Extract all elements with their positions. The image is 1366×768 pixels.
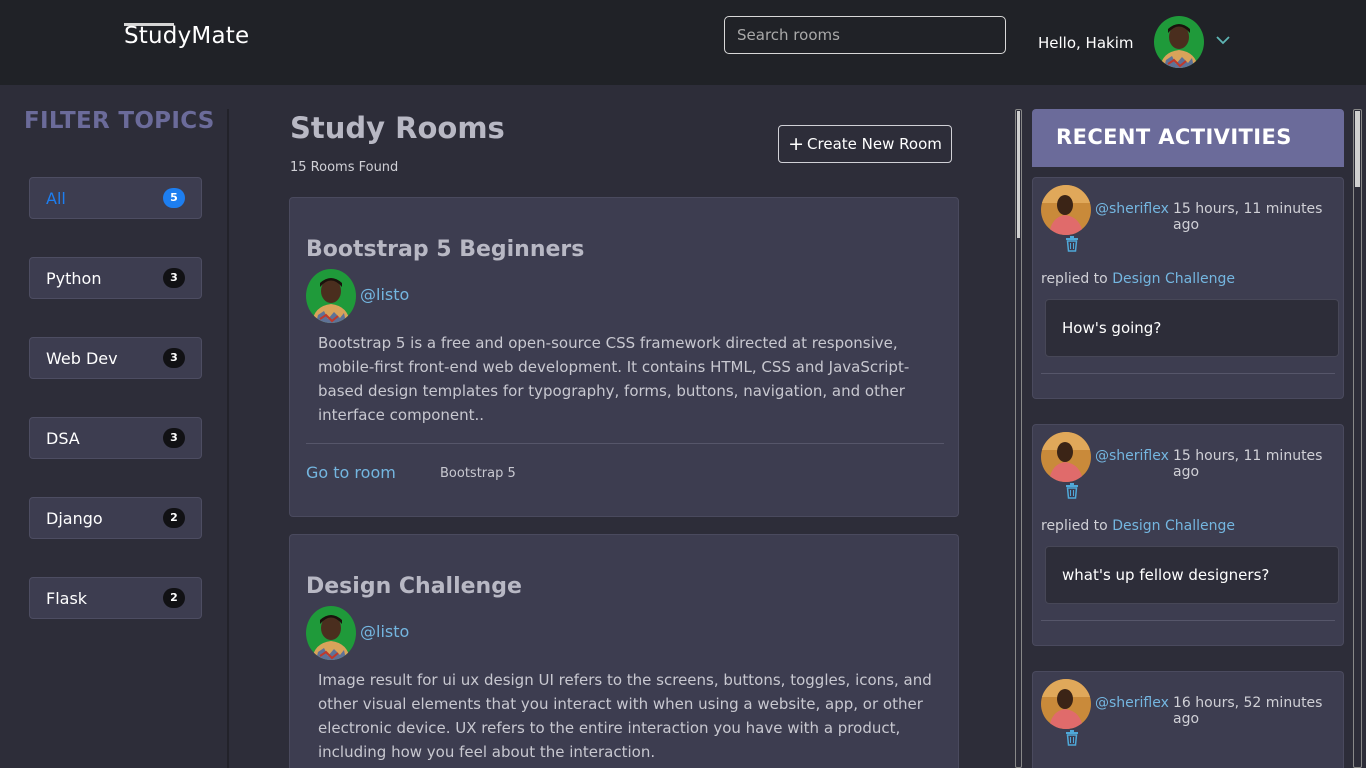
scrollbar-thumb[interactable] bbox=[1355, 111, 1360, 187]
host-username[interactable]: @listo bbox=[360, 285, 409, 304]
room-title[interactable]: Design Challenge bbox=[306, 574, 522, 599]
topic-count-badge: 2 bbox=[163, 588, 185, 608]
trash-icon[interactable] bbox=[1065, 236, 1079, 252]
activity-description: replied to Design Challenge bbox=[1041, 518, 1235, 534]
activity-username[interactable]: @sheriflex bbox=[1095, 695, 1169, 711]
create-room-label: Create New Room bbox=[807, 135, 942, 153]
filter-topics-heading: FILTER TOPICS bbox=[24, 108, 215, 134]
activity-username[interactable]: @sheriflex bbox=[1095, 448, 1169, 464]
room-topic-tag: Bootstrap 5 bbox=[440, 466, 516, 481]
activity-action: replied to bbox=[1041, 271, 1108, 287]
topic-label: All bbox=[46, 189, 66, 208]
activity-message: How's going? bbox=[1062, 319, 1162, 337]
room-card: Bootstrap 5 Beginners @listo Bootstrap 5… bbox=[289, 197, 959, 517]
host-username[interactable]: @listo bbox=[360, 622, 409, 641]
activity-username[interactable]: @sheriflex bbox=[1095, 201, 1169, 217]
room-description: Bootstrap 5 is a free and open-source CS… bbox=[318, 334, 910, 424]
topic-web-dev[interactable]: Web Dev 3 bbox=[29, 337, 202, 379]
activity-message: what's up fellow designers? bbox=[1062, 566, 1270, 584]
plus-icon: + bbox=[788, 132, 805, 155]
rooms-found-count: 15 Rooms Found bbox=[290, 160, 399, 175]
topic-count-badge: 3 bbox=[163, 348, 185, 368]
topic-dsa[interactable]: DSA 3 bbox=[29, 417, 202, 459]
room-card: Design Challenge @listo Image result for… bbox=[289, 534, 959, 768]
activity-user-avatar[interactable] bbox=[1041, 185, 1091, 235]
create-room-button[interactable]: + Create New Room bbox=[778, 125, 952, 163]
recent-activities-title: RECENT ACTIVITIES bbox=[1056, 125, 1292, 149]
topic-label: DSA bbox=[46, 429, 80, 448]
topic-count-badge: 2 bbox=[163, 508, 185, 528]
topic-count-badge: 3 bbox=[163, 428, 185, 448]
user-avatar[interactable] bbox=[1154, 16, 1204, 68]
greeting-text: Hello, Hakim bbox=[1038, 34, 1134, 52]
room-divider bbox=[306, 443, 944, 444]
activity-message-box: How's going? bbox=[1045, 299, 1339, 357]
topic-label: Flask bbox=[46, 589, 88, 608]
topic-label: Web Dev bbox=[46, 349, 118, 368]
activity-card: @sheriflex 15 hours, 11 minutes ago repl… bbox=[1032, 424, 1344, 646]
page-title: Study Rooms bbox=[290, 111, 505, 145]
activity-user-avatar[interactable] bbox=[1041, 432, 1091, 482]
activity-divider bbox=[1041, 620, 1335, 621]
topic-flask[interactable]: Flask 2 bbox=[29, 577, 202, 619]
room-description: Image result for ui ux design UI refers … bbox=[318, 671, 932, 761]
app-logo[interactable]: StudyMate bbox=[124, 23, 249, 49]
topic-python[interactable]: Python 3 bbox=[29, 257, 202, 299]
activity-description: replied to Design Challenge bbox=[1041, 271, 1235, 287]
activity-card: @sheriflex 15 hours, 11 minutes ago repl… bbox=[1032, 177, 1344, 399]
trash-icon[interactable] bbox=[1065, 483, 1079, 499]
activity-message-box: what's up fellow designers? bbox=[1045, 546, 1339, 604]
scrollbar-thumb[interactable] bbox=[1017, 111, 1020, 238]
trash-icon[interactable] bbox=[1065, 730, 1079, 746]
top-navbar: StudyMate Hello, Hakim bbox=[0, 0, 1366, 85]
recent-activities-header: RECENT ACTIVITIES bbox=[1032, 109, 1344, 167]
activity-timestamp: 15 hours, 11 minutes ago bbox=[1173, 201, 1323, 233]
activity-timestamp: 15 hours, 11 minutes ago bbox=[1173, 448, 1323, 480]
activity-room-link[interactable]: Design Challenge bbox=[1112, 271, 1235, 287]
topic-count-badge: 3 bbox=[163, 268, 185, 288]
search-input[interactable] bbox=[724, 16, 1006, 54]
activity-divider bbox=[1041, 373, 1335, 374]
activity-action: replied to bbox=[1041, 518, 1108, 534]
go-to-room-link[interactable]: Go to room bbox=[306, 463, 396, 482]
topic-django[interactable]: Django 2 bbox=[29, 497, 202, 539]
topic-all[interactable]: All 5 bbox=[29, 177, 202, 219]
topic-count-badge: 5 bbox=[163, 188, 185, 208]
page-scrollbar[interactable] bbox=[1353, 109, 1362, 768]
activity-user-avatar[interactable] bbox=[1041, 679, 1091, 729]
host-avatar[interactable] bbox=[306, 606, 356, 660]
chevron-down-icon[interactable] bbox=[1214, 31, 1232, 49]
feed-scrollbar[interactable] bbox=[1015, 109, 1022, 768]
sidebar-divider bbox=[227, 109, 229, 768]
activity-room-link[interactable]: Design Challenge bbox=[1112, 518, 1235, 534]
host-avatar[interactable] bbox=[306, 269, 356, 323]
activity-card: @sheriflex 16 hours, 52 minutes ago bbox=[1032, 671, 1344, 768]
topic-label: Django bbox=[46, 509, 103, 528]
activity-timestamp: 16 hours, 52 minutes ago bbox=[1173, 695, 1323, 727]
room-title[interactable]: Bootstrap 5 Beginners bbox=[306, 237, 584, 262]
topic-label: Python bbox=[46, 269, 102, 288]
